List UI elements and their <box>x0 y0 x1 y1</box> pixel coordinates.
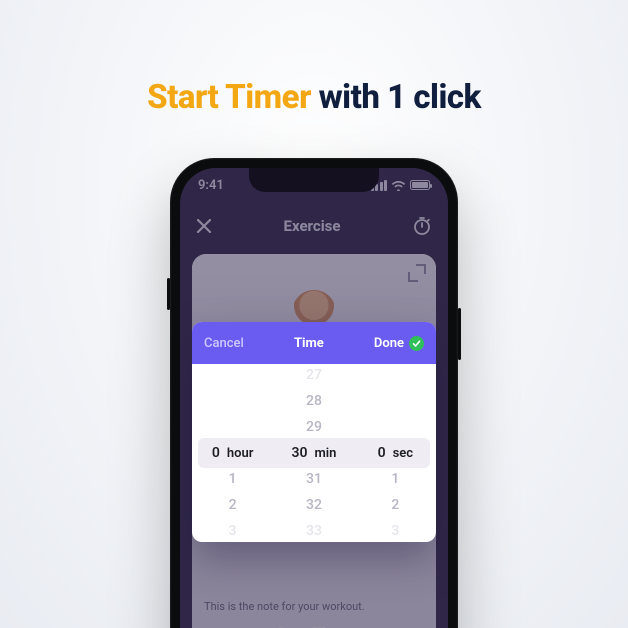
minute-column[interactable]: 27 28 29 30 min 31 32 33 <box>273 364 354 542</box>
hour-opt: 1 <box>192 468 273 490</box>
hour-column[interactable]: 0 hour 1 2 3 <box>192 364 273 542</box>
second-column[interactable]: 0 sec 1 2 3 <box>355 364 436 542</box>
min-unit: min <box>315 446 337 461</box>
min-opt: 33 <box>273 520 354 542</box>
sec-selected: 0 <box>378 445 386 461</box>
min-opt: 32 <box>273 494 354 516</box>
headline: Start Timer with 1 click <box>0 78 628 117</box>
time-picker[interactable]: 0 hour 1 2 3 27 28 29 30 min 31 32 33 <box>192 364 436 542</box>
done-button[interactable]: Done <box>374 336 424 351</box>
sec-opt: 1 <box>355 468 436 490</box>
min-opt: 28 <box>273 390 354 412</box>
modal-header: Cancel Time Done <box>192 322 436 364</box>
min-opt: 29 <box>273 416 354 438</box>
sec-opt: 3 <box>355 520 436 542</box>
screen: 9:41 Exercise This is the note for your … <box>180 168 448 628</box>
done-label: Done <box>374 336 404 351</box>
headline-rest: with 1 click <box>311 78 481 117</box>
min-opt: 27 <box>273 364 354 386</box>
headline-accent: Start Timer <box>147 78 311 117</box>
hour-opt: 2 <box>192 494 273 516</box>
min-opt: 31 <box>273 468 354 490</box>
modal-title: Time <box>294 336 324 351</box>
check-icon <box>409 336 424 351</box>
hour-unit: hour <box>227 446 254 461</box>
hour-selected: 0 <box>212 445 220 461</box>
sec-opt: 2 <box>355 494 436 516</box>
sec-unit: sec <box>393 446 413 461</box>
cancel-button[interactable]: Cancel <box>204 336 244 351</box>
phone-frame: 9:41 Exercise This is the note for your … <box>170 158 458 628</box>
hour-opt: 3 <box>192 520 273 542</box>
min-selected: 30 <box>292 445 308 461</box>
time-picker-modal: Cancel Time Done 0 hour 1 2 <box>192 322 436 542</box>
